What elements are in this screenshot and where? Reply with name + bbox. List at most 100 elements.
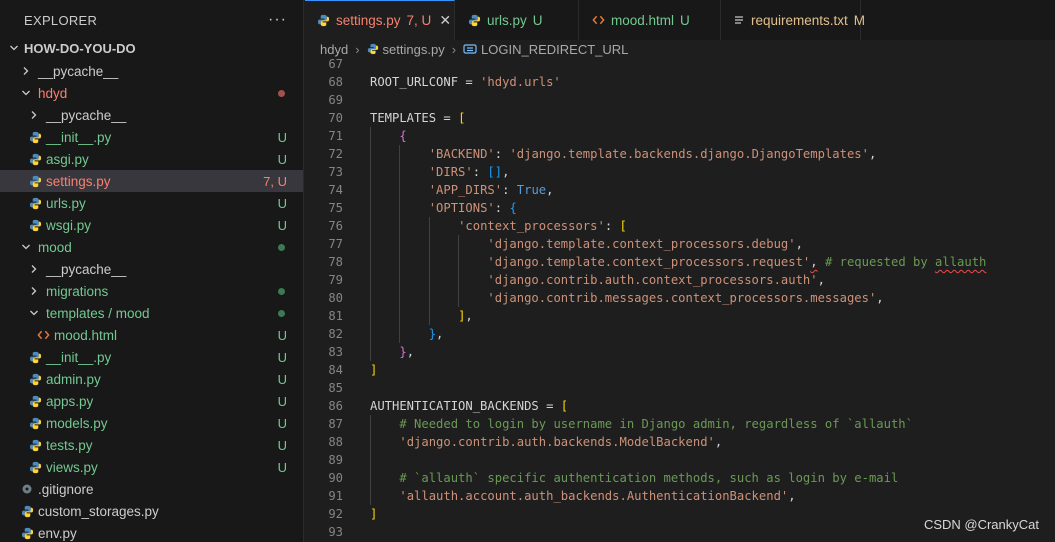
line-number: 82 — [328, 327, 343, 341]
breadcrumb-separator: › — [355, 41, 360, 57]
breadcrumb: hdyd › settings.py › LOGIN_REDIRECT_URL — [305, 40, 1055, 58]
line-number: 84 — [328, 363, 343, 377]
python-icon — [28, 350, 42, 364]
line-number: 77 — [328, 237, 343, 251]
code-line: 82 }, — [305, 325, 1055, 343]
folder-item[interactable]: hdyd — [0, 82, 303, 104]
code-line: 71 { — [305, 127, 1055, 145]
tree-item-label: mood — [38, 239, 72, 255]
line-number: 78 — [328, 255, 343, 269]
tab-urls-py[interactable]: urls.py U — [455, 0, 579, 40]
tab-status: U — [532, 12, 543, 28]
code-line: 75 'OPTIONS': { — [305, 199, 1055, 217]
tab-status: U — [680, 12, 690, 28]
code-line: 69 — [305, 91, 1055, 109]
folder-item[interactable]: templates / mood — [0, 302, 303, 324]
chevron-right-icon — [20, 65, 32, 77]
tree-item-label: __init__.py — [46, 129, 112, 145]
file-item[interactable]: tests.py U — [0, 434, 303, 456]
python-icon — [317, 14, 330, 27]
file-item[interactable]: wsgi.py U — [0, 214, 303, 236]
line-number: 71 — [328, 129, 343, 143]
file-item[interactable]: custom_storages.py — [0, 500, 303, 522]
tree-item-label: urls.py — [46, 195, 86, 211]
folder-item[interactable]: __pycache__ — [0, 258, 303, 280]
text-file-icon — [733, 14, 745, 26]
file-item[interactable]: urls.py U — [0, 192, 303, 214]
code-text: 'django.contrib.auth.backends.ModelBacke… — [399, 435, 723, 449]
code-text: 'allauth.account.auth_backends.Authentic… — [399, 489, 796, 503]
tree-item-label: wsgi.py — [46, 217, 92, 233]
tab-mood-html[interactable]: mood.html U — [579, 0, 721, 40]
line-number: 70 — [328, 111, 343, 125]
file-item[interactable]: env.py — [0, 522, 303, 542]
breadcrumb-symbol[interactable]: LOGIN_REDIRECT_URL — [481, 42, 628, 57]
git-status-dot — [278, 287, 285, 295]
tab-label: requirements.txt — [751, 12, 848, 28]
more-actions-icon[interactable]: ··· — [268, 11, 287, 29]
python-icon — [28, 438, 42, 452]
file-item[interactable]: models.py U — [0, 412, 303, 434]
line-number: 88 — [328, 435, 343, 449]
line-number: 89 — [328, 453, 343, 467]
file-item[interactable]: admin.py U — [0, 368, 303, 390]
git-status-badge: 7, U — [263, 173, 287, 189]
folder-item[interactable]: mood — [0, 236, 303, 258]
code-line: 79 'django.contrib.auth.context_processo… — [305, 271, 1055, 289]
code-text: 'APP_DIRS': True, — [428, 183, 554, 197]
file-item[interactable]: __init__.py U — [0, 346, 303, 368]
project-root[interactable]: HOW-DO-YOU-DO — [0, 37, 303, 59]
line-number: 93 — [328, 525, 343, 539]
file-item[interactable]: .gitignore — [0, 478, 303, 500]
folder-item[interactable]: __pycache__ — [0, 104, 303, 126]
line-number: 79 — [328, 273, 343, 287]
python-icon — [367, 43, 379, 55]
close-icon[interactable]: ✕ — [439, 12, 451, 29]
explorer-header: EXPLORER ··· — [0, 0, 303, 40]
tree-item-label: views.py — [46, 459, 98, 475]
code-line: 73 'DIRS': [], — [305, 163, 1055, 181]
line-number: 69 — [328, 93, 343, 107]
tree-item-label: asgi.py — [46, 151, 89, 167]
code-line: 80 'django.contrib.messages.context_proc… — [305, 289, 1055, 307]
folder-item[interactable]: migrations — [0, 280, 303, 302]
git-status-badge: U — [277, 371, 287, 387]
tree-item-label: __pycache__ — [38, 63, 119, 79]
file-item[interactable]: apps.py U — [0, 390, 303, 412]
explorer-title: EXPLORER — [24, 12, 98, 28]
folder-item[interactable]: __pycache__ — [0, 60, 303, 82]
python-icon — [20, 526, 34, 540]
line-number: 81 — [328, 309, 343, 323]
tab-requirements-txt[interactable]: requirements.txt M — [721, 0, 865, 40]
breadcrumb-folder[interactable]: hdyd — [320, 42, 348, 57]
code-line: 68 ROOT_URLCONF = 'hdyd.urls' — [305, 73, 1055, 91]
file-item[interactable]: mood.html U — [0, 324, 303, 346]
git-status-badge: U — [277, 349, 287, 365]
chevron-right-icon — [28, 285, 40, 297]
git-status-badge: U — [277, 129, 287, 145]
python-icon — [28, 372, 42, 386]
file-item[interactable]: asgi.py U — [0, 148, 303, 170]
tab-settings-py[interactable]: settings.py 7, U ✕ — [305, 0, 455, 40]
tree-item-label: migrations — [46, 283, 109, 299]
code-line: 84] — [305, 361, 1055, 379]
line-number: 73 — [328, 165, 343, 179]
code-editor[interactable]: 67 68 ROOT_URLCONF = 'hdyd.urls' 69 70 TEMPLA… — [305, 58, 1055, 542]
git-status-badge: U — [277, 151, 287, 167]
line-number: 74 — [328, 183, 343, 197]
file-item[interactable]: __init__.py U — [0, 126, 303, 148]
file-item[interactable]: views.py U — [0, 456, 303, 478]
html-icon — [591, 14, 605, 26]
tree-item-label: env.py — [38, 525, 77, 541]
code-line: 72 'BACKEND': 'django.template.backends.… — [305, 145, 1055, 163]
line-number: 75 — [328, 201, 343, 215]
gitignore-icon — [20, 482, 34, 496]
line-number: 91 — [328, 489, 343, 503]
breadcrumb-file[interactable]: settings.py — [383, 42, 445, 57]
code-line: 86 AUTHENTICATION_BACKENDS = [ — [305, 397, 1055, 415]
code-text: ], — [458, 309, 473, 323]
tree-item-label: __init__.py — [46, 349, 112, 365]
line-number: 76 — [328, 219, 343, 233]
file-item[interactable]: settings.py 7, U — [0, 170, 303, 192]
code-line: 78 'django.template.context_processors.r… — [305, 253, 1055, 271]
